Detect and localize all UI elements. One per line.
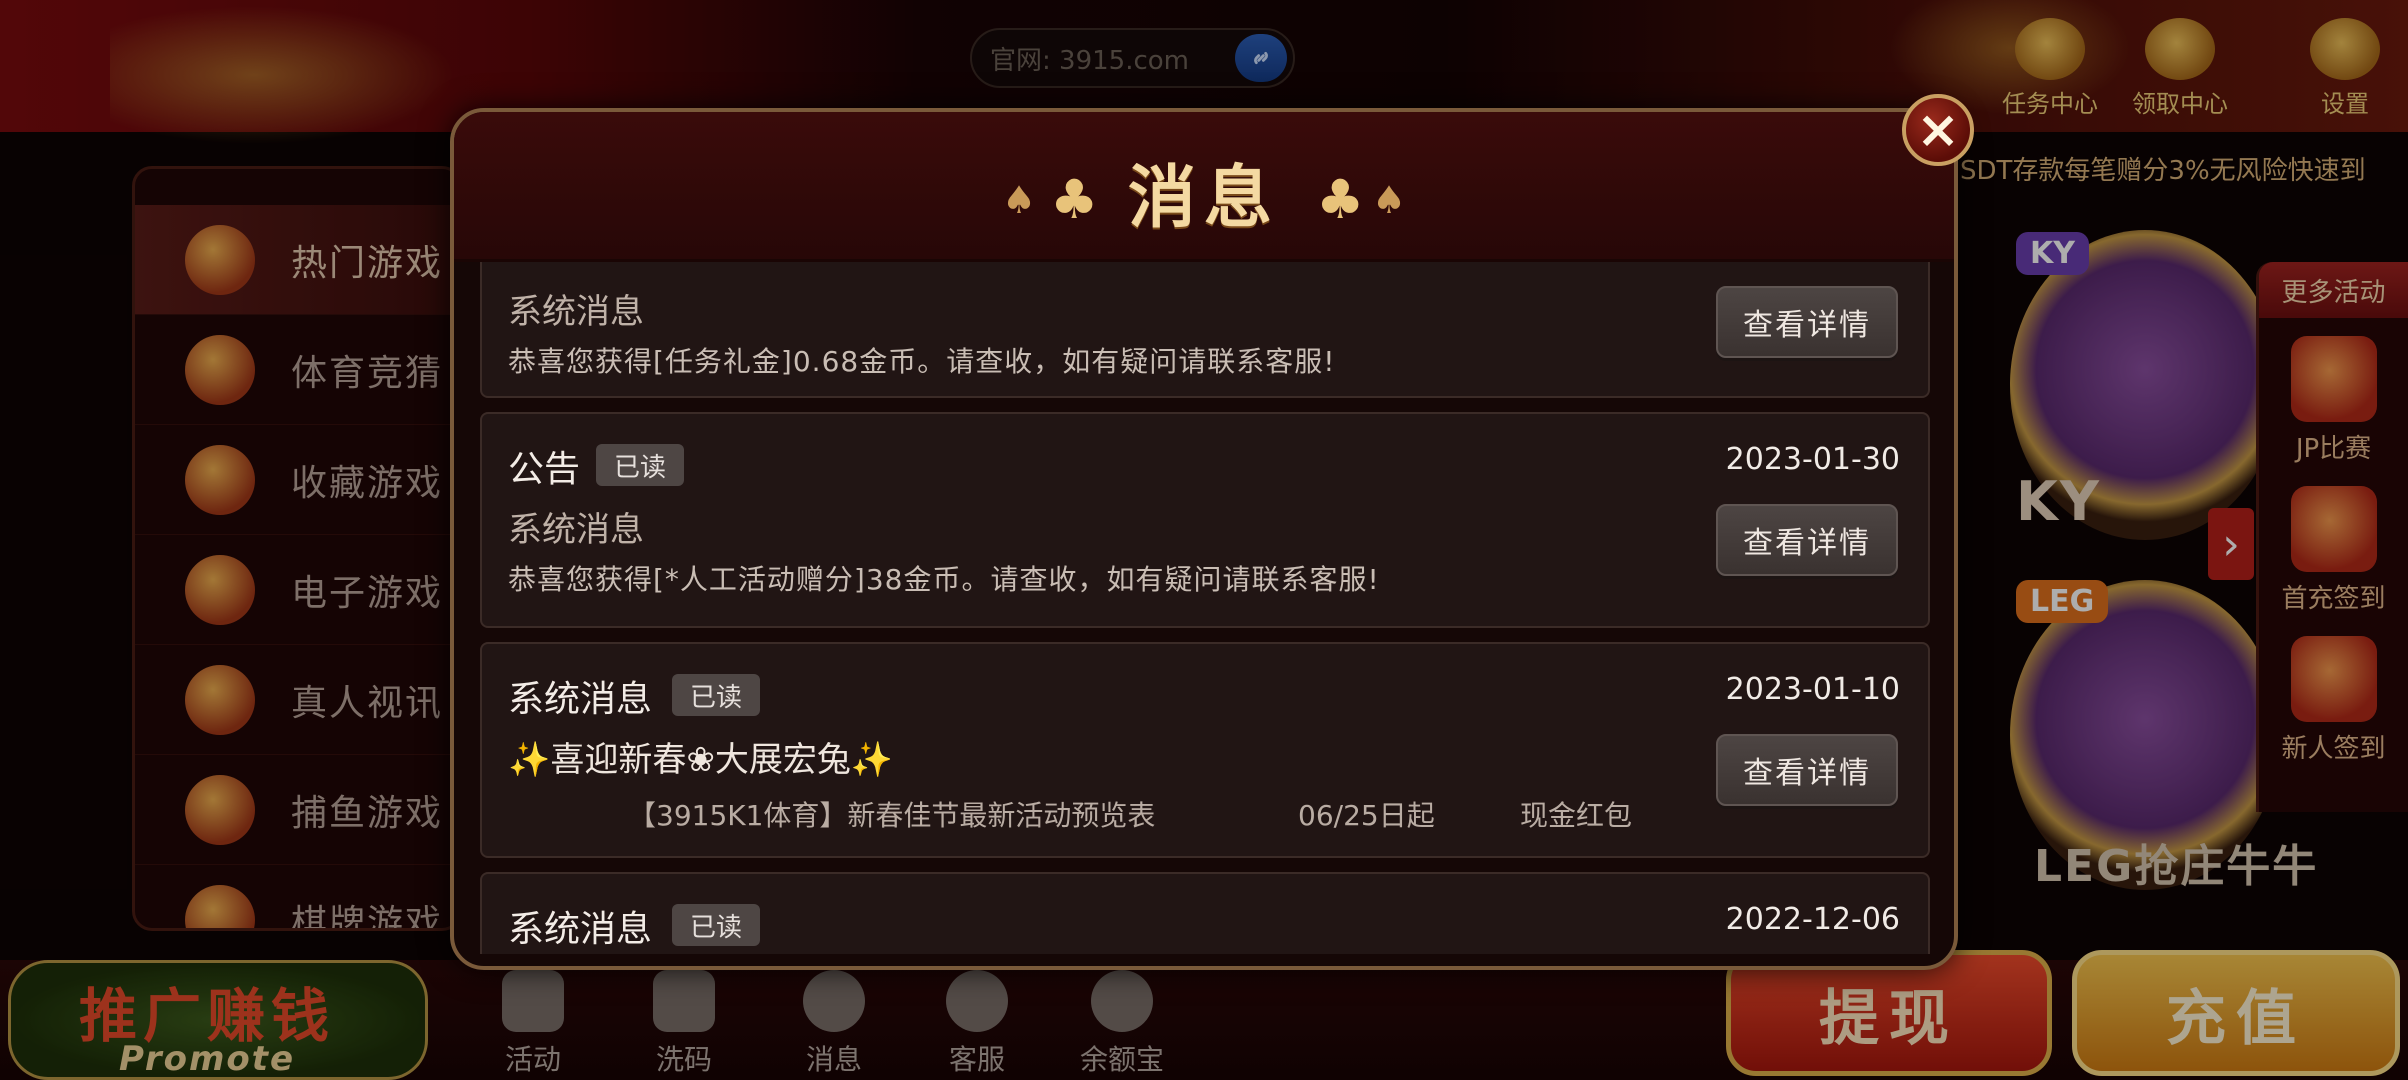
view-details-button[interactable]: 查看详情	[1716, 734, 1898, 806]
message-card[interactable]: 系统消息 已读 2023-01-10 ✨喜迎新春❀大展宏兔✨ 【3915K1体育…	[480, 642, 1930, 858]
message-type: 系统消息	[508, 679, 653, 720]
dialog-header: ♠ ♣ 消息 ♣ ♠	[454, 112, 1954, 262]
message-date: 2023-01-10	[1725, 672, 1900, 707]
message-list[interactable]: 系统消息 恭喜您获得[任务礼金]0.68金币。请查收，如有疑问请联系客服! 查看…	[480, 262, 1930, 954]
view-details-button[interactable]: 查看详情	[1716, 286, 1898, 358]
messages-dialog: ♠ ♣ 消息 ♣ ♠ 系统消息 恭喜您获得[任务礼金]0.68金币。请查收，如有…	[450, 108, 1958, 970]
promo-date: 06/25日起	[1298, 799, 1435, 832]
spade-icon: ♠	[1372, 178, 1407, 222]
message-card[interactable]: 公告 已读 2023-01-30 系统消息 恭喜您获得[*人工活动赠分]38金币…	[480, 412, 1930, 628]
read-badge: 已读	[596, 444, 685, 486]
message-subject: ✨喜迎新春❀大展宏兔✨	[508, 740, 894, 780]
club-icon: ♣	[1316, 168, 1365, 231]
view-details-button[interactable]: 查看详情	[1716, 504, 1898, 576]
close-icon[interactable]: ×	[1902, 94, 1974, 166]
dialog-title: 消息	[1127, 159, 1280, 238]
message-body: 恭喜您获得[任务礼金]0.68金币。请查收，如有疑问请联系客服!	[508, 345, 1336, 378]
message-subject: 系统消息	[508, 510, 644, 550]
message-type: 公告	[508, 449, 581, 490]
message-date: 2023-01-30	[1725, 442, 1900, 477]
message-body: 恭喜您获得[*人工活动赠分]38金币。请查收，如有疑问请联系客服!	[508, 563, 1380, 596]
read-badge: 已读	[672, 674, 761, 716]
message-subject: 系统消息	[508, 292, 644, 332]
message-type: 系统消息	[508, 909, 653, 950]
read-badge: 已读	[672, 904, 761, 946]
message-card[interactable]: 系统消息 已读 2022-12-06	[480, 872, 1930, 954]
promo-reward: 现金红包	[1520, 799, 1633, 832]
promo-title: 【3915K1体育】新春佳节最新活动预览表	[628, 799, 1156, 832]
message-card[interactable]: 系统消息 恭喜您获得[任务礼金]0.68金币。请查收，如有疑问请联系客服! 查看…	[480, 262, 1930, 398]
message-date: 2022-12-06	[1725, 902, 1900, 937]
